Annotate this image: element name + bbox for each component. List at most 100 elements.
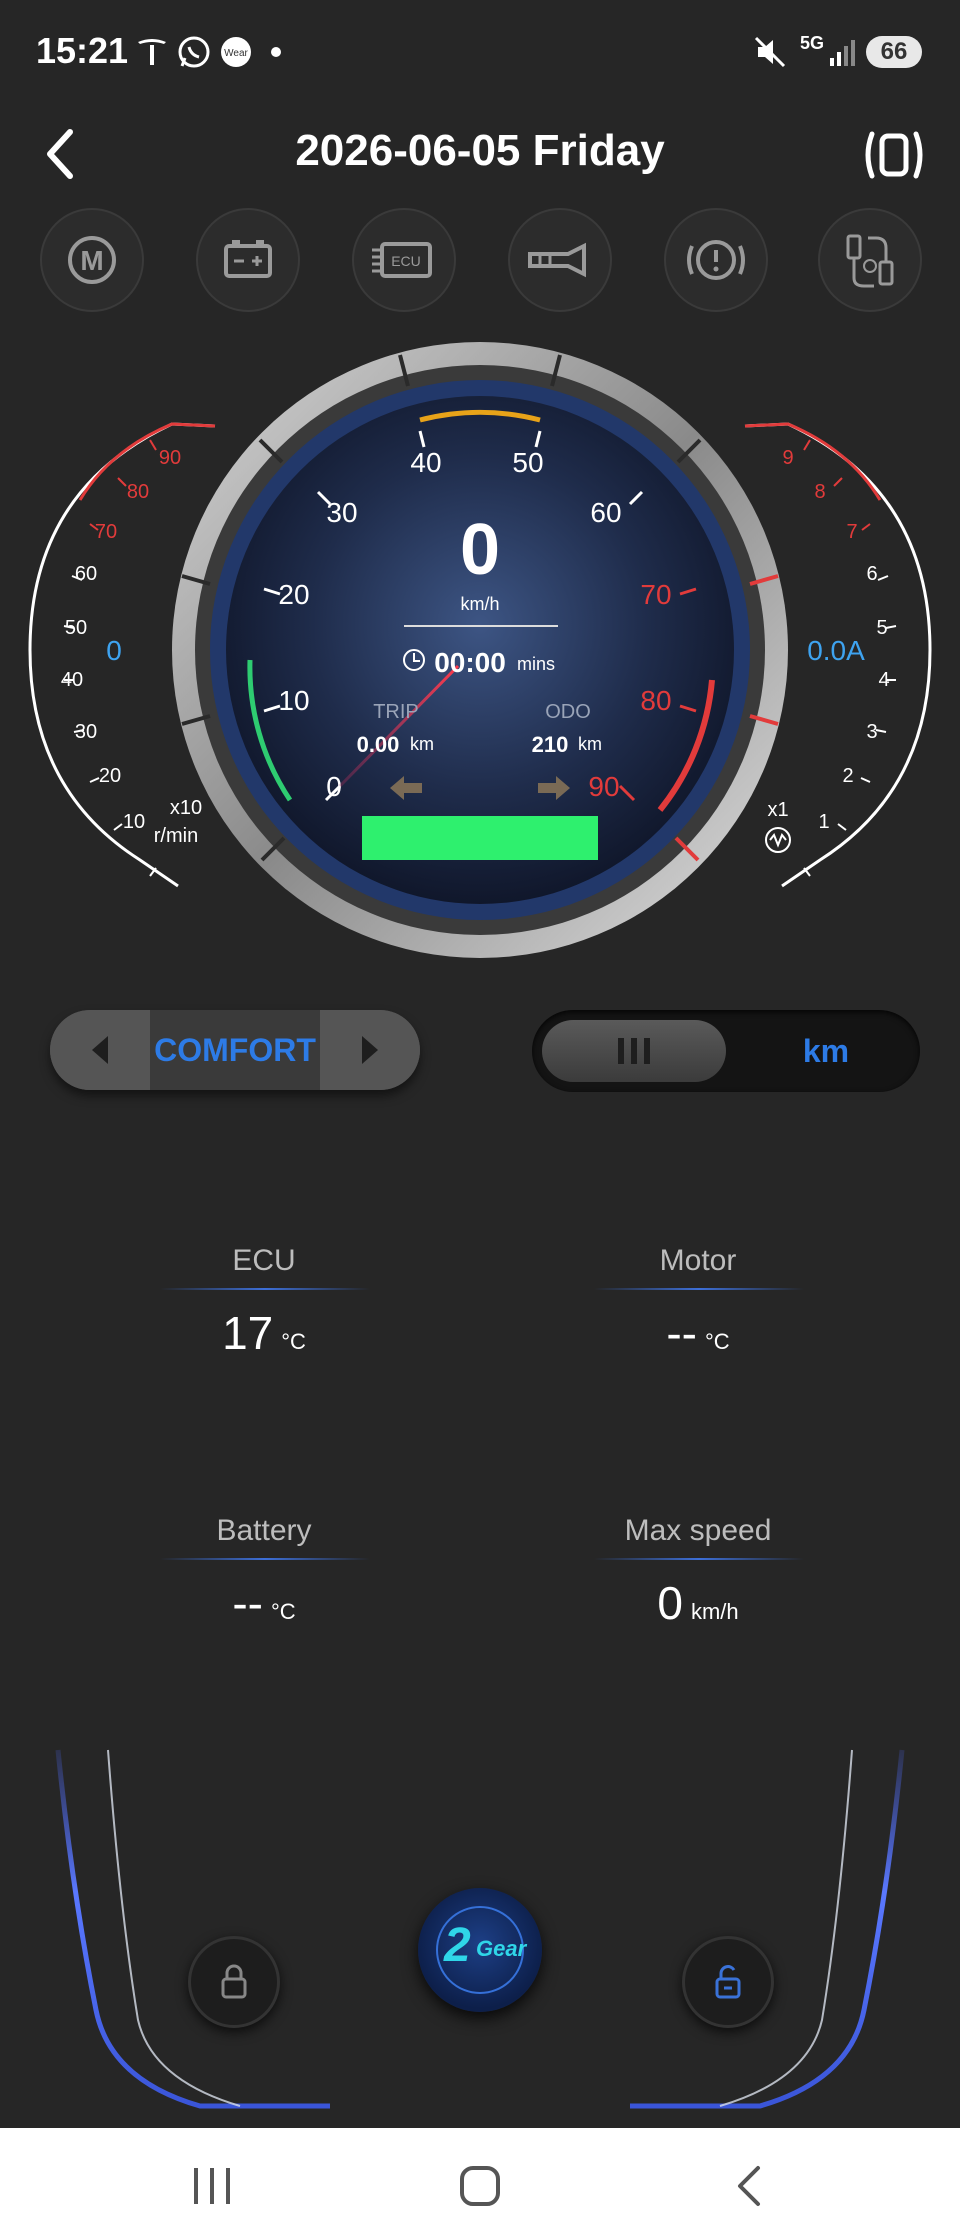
connector-fault-button[interactable] bbox=[818, 208, 922, 312]
brake-warning-icon bbox=[687, 240, 745, 280]
ecu-temp-unit: °C bbox=[281, 1329, 306, 1354]
speed-tick-50: 50 bbox=[512, 447, 543, 478]
svg-text:Wear: Wear bbox=[224, 48, 248, 59]
horn-button[interactable] bbox=[508, 208, 612, 312]
max-speed-number: 0 bbox=[657, 1577, 683, 1629]
tach-tick-40: 40 bbox=[61, 669, 83, 691]
system-nav-bar bbox=[0, 2128, 960, 2240]
tach-tick-10: 10 bbox=[123, 811, 145, 833]
speed-tick-0: 0 bbox=[326, 771, 342, 802]
odo-label: ODO bbox=[545, 701, 591, 723]
gear-number: 2 bbox=[444, 1919, 471, 1972]
tach-tick-30: 30 bbox=[75, 721, 97, 743]
tach-tick-50: 50 bbox=[65, 617, 87, 639]
max-speed-divider bbox=[594, 1558, 804, 1560]
recents-icon[interactable] bbox=[186, 2164, 238, 2208]
page-title: 2026-06-05 Friday bbox=[295, 126, 665, 175]
battery-temp-label: Battery bbox=[216, 1514, 312, 1547]
current-redline bbox=[744, 422, 882, 501]
speed-value: 0 bbox=[460, 510, 500, 590]
wear-icon: Wear bbox=[218, 34, 254, 70]
screen-rotate-icon bbox=[865, 131, 923, 179]
svg-text:ECU: ECU bbox=[391, 253, 421, 269]
speed-unit: km/h bbox=[460, 594, 499, 614]
current-multiplier: x1 bbox=[767, 799, 788, 821]
tach-unit: r/min bbox=[154, 825, 198, 847]
tach-multiplier: x10 bbox=[170, 797, 202, 819]
lock-button[interactable] bbox=[188, 1936, 280, 2028]
unlock-icon bbox=[715, 1965, 741, 1999]
motor-temp-unit: °C bbox=[704, 1329, 730, 1354]
brake-warning-button[interactable] bbox=[664, 208, 768, 312]
riding-mode-selector: COMFORT bbox=[50, 1010, 420, 1090]
mute-icon bbox=[752, 34, 788, 70]
speed-tick-70: 70 bbox=[640, 579, 671, 610]
mode-previous-button[interactable] bbox=[50, 1010, 150, 1090]
mode-m-icon: M bbox=[68, 236, 116, 284]
ecu-temp-value: 17 °C bbox=[114, 1306, 414, 1360]
mode-m-button[interactable]: M bbox=[40, 208, 144, 312]
odo-unit: km bbox=[578, 734, 602, 754]
tach-tick-20: 20 bbox=[99, 765, 121, 787]
dashboard-gauges: 0 10 20 30 40 50 60 70 80 90 0 km/h 00:0… bbox=[28, 342, 932, 958]
current-tick-1: 1 bbox=[818, 811, 829, 833]
speed-tick-90: 90 bbox=[588, 771, 619, 802]
trip-value: 0.00 bbox=[357, 732, 400, 757]
lock-icon bbox=[221, 1964, 247, 1999]
odo-value: 210 bbox=[532, 732, 569, 757]
ride-time-unit: mins bbox=[517, 654, 555, 674]
mode-next-button[interactable] bbox=[320, 1010, 420, 1090]
tach-tick-60: 60 bbox=[75, 563, 97, 585]
current-value: 0.0A bbox=[807, 635, 865, 666]
ecu-temp-divider bbox=[160, 1288, 370, 1290]
current-tick-5: 5 bbox=[876, 617, 887, 639]
unit-toggle[interactable]: km bbox=[532, 1010, 920, 1092]
tach-tick-70: 70 bbox=[95, 521, 117, 543]
speed-tick-10: 10 bbox=[278, 685, 309, 716]
back-icon[interactable] bbox=[730, 2162, 770, 2210]
battery-status-button[interactable] bbox=[196, 208, 300, 312]
current-tick-3: 3 bbox=[866, 721, 877, 743]
5g-icon: 5G bbox=[799, 33, 824, 53]
status-time: 15:21 bbox=[36, 30, 129, 71]
battery-temp-divider bbox=[160, 1558, 370, 1560]
max-speed-unit: km/h bbox=[690, 1599, 739, 1624]
battery-status-icon bbox=[224, 240, 272, 278]
home-icon[interactable] bbox=[456, 2162, 504, 2210]
horn-icon bbox=[528, 242, 586, 278]
battery-indicator: 66 bbox=[866, 36, 922, 68]
tach-tick-90: 90 bbox=[159, 447, 181, 469]
current-tick-8: 8 bbox=[814, 481, 825, 503]
current-sensor-icon bbox=[765, 827, 791, 853]
battery-temp-unit: °C bbox=[270, 1599, 296, 1624]
grip-icon bbox=[618, 1038, 650, 1064]
current-tick-2: 2 bbox=[842, 765, 853, 787]
ride-time: 00:00 bbox=[434, 647, 506, 678]
max-speed-label: Max speed bbox=[624, 1514, 772, 1547]
motor-temp-number: -- bbox=[666, 1307, 697, 1359]
speed-tick-80: 80 bbox=[640, 685, 671, 716]
ecu-temp-number: 17 bbox=[222, 1307, 274, 1359]
trip-unit: km bbox=[410, 734, 434, 754]
ecu-temp-label: ECU bbox=[232, 1244, 296, 1277]
speed-tick-20: 20 bbox=[278, 579, 309, 610]
current-tick-4: 4 bbox=[878, 669, 889, 691]
gear-button[interactable]: 2 Gear bbox=[418, 1888, 542, 2012]
current-tick-7: 7 bbox=[846, 521, 857, 543]
triangle-left-icon bbox=[92, 1036, 108, 1064]
motor-temp-divider bbox=[594, 1288, 804, 1290]
tach-value: 0 bbox=[106, 635, 122, 666]
ecu-icon: ECU bbox=[372, 242, 432, 278]
battery-temp-value: -- °C bbox=[114, 1576, 414, 1630]
triangle-right-icon bbox=[362, 1036, 378, 1064]
unit-toggle-knob[interactable] bbox=[542, 1020, 726, 1082]
unlock-button[interactable] bbox=[682, 1936, 774, 2028]
speed-tick-30: 30 bbox=[326, 497, 357, 528]
current-tick-6: 6 bbox=[866, 563, 877, 585]
screen-rotate-button[interactable] bbox=[862, 128, 926, 182]
whatsapp-icon bbox=[176, 34, 212, 70]
battery-level-bar bbox=[362, 816, 598, 860]
riding-mode-label: COMFORT bbox=[150, 1010, 320, 1090]
ecu-button[interactable]: ECU bbox=[352, 208, 456, 312]
motor-temp-label: Motor bbox=[659, 1244, 737, 1277]
